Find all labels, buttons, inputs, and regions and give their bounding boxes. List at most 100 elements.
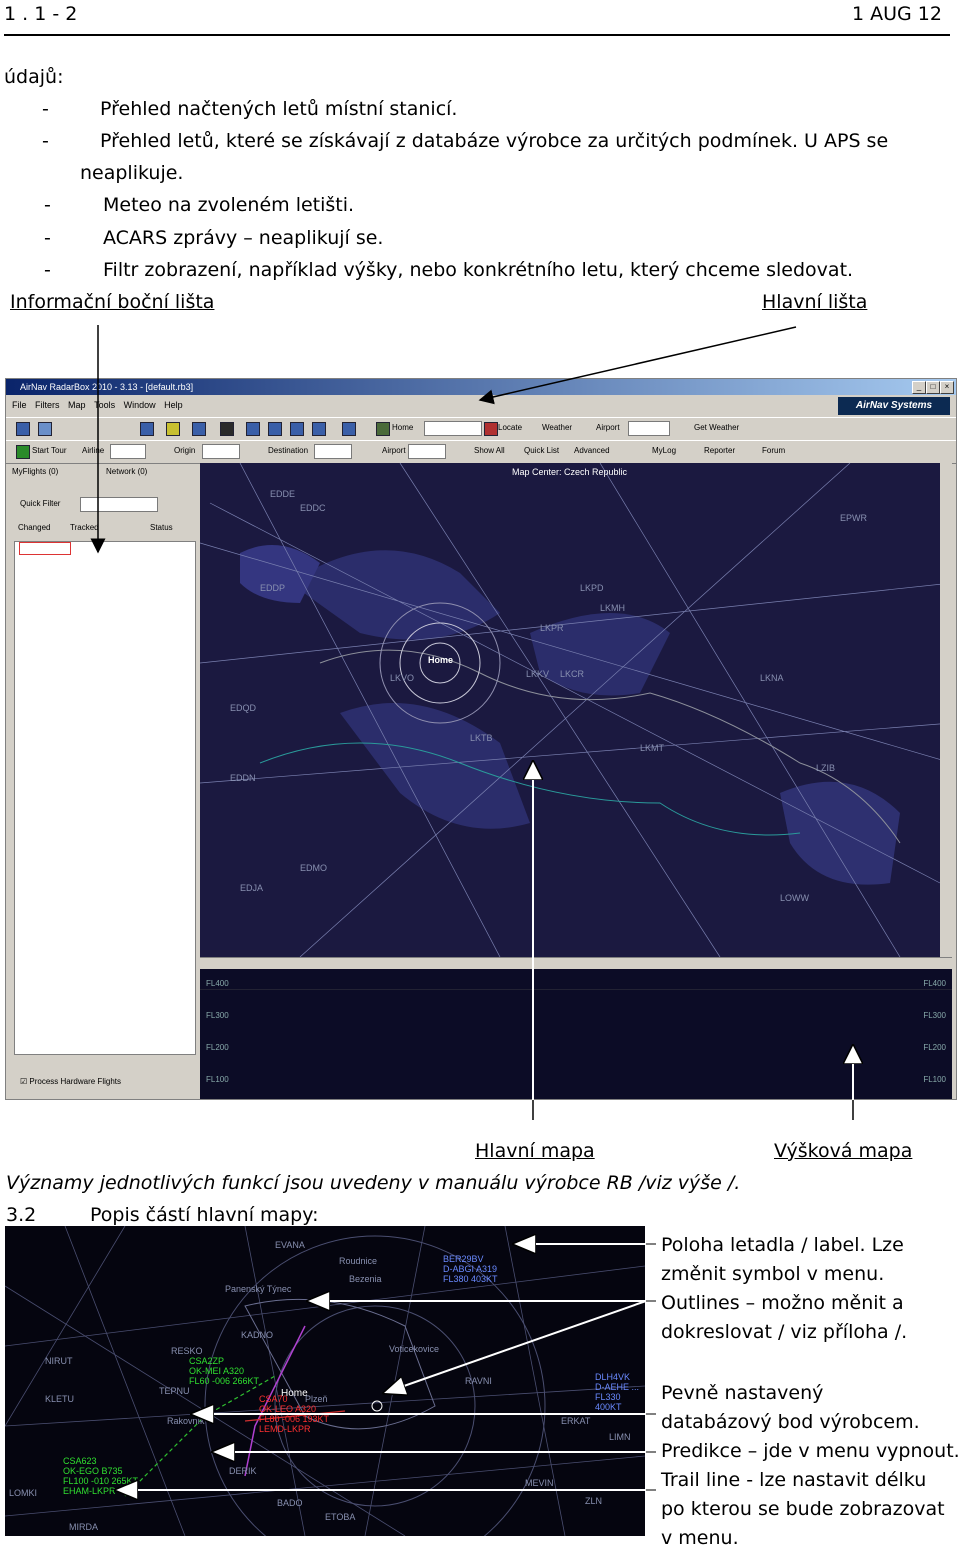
- tool-icon[interactable]: [38, 422, 52, 436]
- map2-label: Bezenia: [349, 1274, 382, 1284]
- map-label: LKTB: [470, 733, 493, 743]
- map-center-label: Map Center: Czech Republic: [512, 467, 628, 477]
- map-label: LKPR: [540, 623, 564, 633]
- flight-list[interactable]: [14, 541, 196, 1055]
- altitude-map[interactable]: FL400 FL400 FL300 FL300 FL200 FL200 FL10…: [200, 969, 952, 1099]
- map2-label: Voticekovice: [389, 1344, 440, 1354]
- tool-quick-list[interactable]: Quick List: [524, 446, 559, 455]
- map-label: LKKV: [526, 669, 550, 679]
- toolbar-flights: Start Tour Airline Origin Destination Ai…: [6, 440, 956, 464]
- close-icon[interactable]: ×: [940, 381, 954, 394]
- tool-icon[interactable]: [342, 422, 356, 436]
- tool-icon[interactable]: [140, 422, 154, 436]
- col-tracked[interactable]: Tracked: [70, 523, 99, 532]
- map2-label: KADNO: [241, 1330, 274, 1340]
- map-label: EDDC: [300, 503, 326, 513]
- airnav-logo: AirNav Systems: [838, 397, 950, 415]
- airport-input[interactable]: [408, 444, 446, 459]
- tool-mylog[interactable]: MyLog: [652, 446, 676, 455]
- tool-locate[interactable]: Locate: [498, 423, 522, 432]
- flight-label[interactable]: CSA70 OK-LEO A320 FL80 -006 193KT LEMD-LKPR: [259, 1394, 329, 1434]
- map-vscrollbar[interactable]: [940, 463, 952, 957]
- note-line: Poloha letadla / label. Lze: [661, 1234, 904, 1256]
- map2-label: LOMKI: [9, 1488, 38, 1498]
- map-label: EDMO: [300, 863, 327, 873]
- tool-get-weather[interactable]: Get Weather: [694, 423, 739, 432]
- tool-reporter[interactable]: Reporter: [704, 446, 735, 455]
- tool-icon[interactable]: [16, 422, 30, 436]
- side-panel: MyFlights (0) Network (0) Quick Filter C…: [10, 467, 196, 1095]
- home-icon[interactable]: [376, 422, 390, 436]
- manual-note: Významy jednotlivých funkcí jsou uvedeny…: [6, 1172, 741, 1194]
- destination-input[interactable]: [314, 444, 352, 459]
- map2-label: BADO: [277, 1498, 303, 1508]
- tool-show-all[interactable]: Show All: [474, 446, 505, 455]
- main-map[interactable]: Map Center: Czech Republic Home EDDC EDD…: [200, 463, 952, 957]
- note-line: Pevně nastavený: [661, 1382, 824, 1404]
- tool-advanced[interactable]: Advanced: [574, 446, 610, 455]
- map-label: EDDE: [270, 489, 296, 499]
- fl-label: FL200: [923, 1043, 946, 1052]
- map-label: EDJA: [240, 883, 264, 893]
- note-line: změnit symbol v menu.: [661, 1263, 885, 1285]
- quick-filter-select[interactable]: [80, 497, 158, 512]
- map2-label: TEPNU: [159, 1386, 190, 1396]
- play-icon[interactable]: [16, 445, 30, 459]
- tool-airline: Airline: [82, 446, 105, 455]
- minimize-icon[interactable]: _: [912, 381, 926, 394]
- home-marker: Home: [428, 655, 454, 665]
- tool-home[interactable]: Home: [392, 423, 413, 432]
- map-label: EDQD: [230, 703, 257, 713]
- tool-icon[interactable]: [268, 422, 282, 436]
- menu-window[interactable]: Window: [124, 400, 156, 410]
- fl-label: FL400: [206, 979, 229, 988]
- fl-label: FL300: [923, 1011, 946, 1020]
- map-label: LKCR: [560, 669, 585, 679]
- flight-label[interactable]: DLH4VK D-AEHE ... FL330 400KT: [595, 1372, 645, 1412]
- menubar: File Filters Map Tools Window Help: [6, 396, 956, 414]
- menu-filters[interactable]: Filters: [35, 400, 60, 410]
- tab-network[interactable]: Network (0): [106, 467, 147, 476]
- menu-file[interactable]: File: [12, 400, 27, 410]
- map2-label: Rakovník: [167, 1416, 205, 1426]
- flight-label[interactable]: CSA2ZP OK-MEI A320 FL60 -006 266KT: [189, 1356, 259, 1386]
- map2-label: KLETU: [45, 1394, 75, 1404]
- tool-icon[interactable]: [290, 422, 304, 436]
- map2-label: DERIK: [229, 1466, 257, 1476]
- selected-cell[interactable]: [19, 542, 71, 555]
- menu-help[interactable]: Help: [164, 400, 183, 410]
- note-line: Trail line - lze nastavit délku: [661, 1469, 927, 1491]
- home-select[interactable]: [424, 421, 482, 436]
- flight-label[interactable]: BER29BV D-ABGI A319 FL380 403KT: [443, 1254, 498, 1284]
- toolbar-main: Home Locate Weather Airport Get Weather: [6, 417, 956, 441]
- origin-input[interactable]: [202, 444, 240, 459]
- tool-start-tour[interactable]: Start Tour: [32, 446, 67, 455]
- map-label: LKPD: [580, 583, 604, 593]
- fl-label: FL100: [206, 1075, 229, 1084]
- main-map-detail: EVANA Roudnice Bezenia Panenský Týnec KA…: [5, 1226, 645, 1536]
- maximize-icon[interactable]: □: [926, 381, 940, 394]
- airport-select[interactable]: [628, 421, 670, 436]
- tool-icon[interactable]: [166, 422, 180, 436]
- process-hardware-checkbox[interactable]: ☑ Process Hardware Flights: [20, 1077, 121, 1086]
- section-number: 3.2: [6, 1204, 37, 1226]
- note-line: po kterou se bude zobrazovat: [661, 1498, 945, 1520]
- tool-icon[interactable]: [246, 422, 260, 436]
- map-overlay: [200, 463, 952, 957]
- menu-tools[interactable]: Tools: [94, 400, 115, 410]
- tool-icon[interactable]: [220, 422, 234, 436]
- tool-weather[interactable]: Weather: [542, 423, 572, 432]
- col-status[interactable]: Status: [150, 523, 173, 532]
- col-changed[interactable]: Changed: [18, 523, 50, 532]
- airline-input[interactable]: [110, 444, 146, 459]
- tab-myflights[interactable]: MyFlights (0): [12, 467, 58, 476]
- menu-map[interactable]: Map: [68, 400, 86, 410]
- flight-label[interactable]: CSA623 OK-EGO B735 FL100 -010 265KT EHAM-LK…: [63, 1456, 138, 1496]
- tool-icon[interactable]: [312, 422, 326, 436]
- fl-label: FL200: [206, 1043, 229, 1052]
- locate-icon[interactable]: [484, 422, 498, 436]
- map-label: LKMH: [600, 603, 626, 613]
- note-line: v menu.: [661, 1527, 739, 1549]
- tool-forum[interactable]: Forum: [762, 446, 785, 455]
- tool-icon[interactable]: [192, 422, 206, 436]
